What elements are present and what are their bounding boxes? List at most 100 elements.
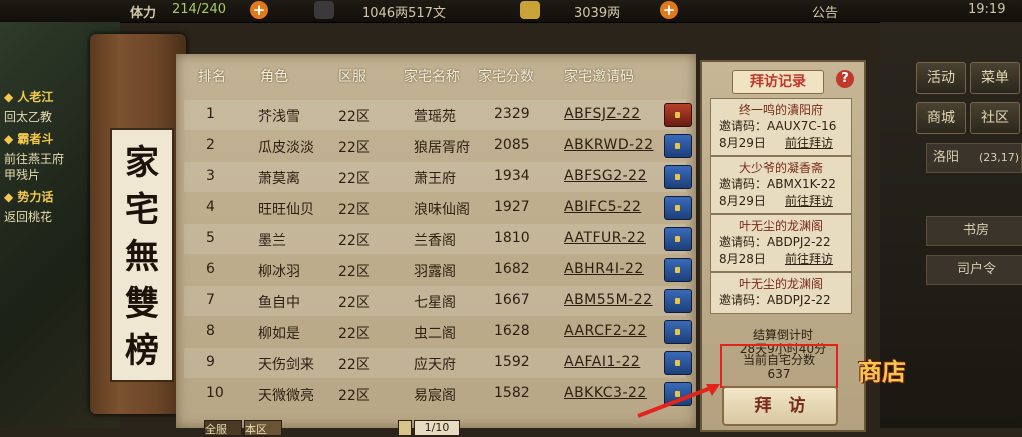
record-code: 邀请码：ABDPJ2-22 <box>719 293 831 307</box>
role-cell: 芥浅雪 <box>258 109 300 125</box>
treasure-chest-icon[interactable] <box>664 165 692 189</box>
invite-code-cell[interactable]: ABFSJZ-22 <box>564 106 641 122</box>
prev-page-button[interactable] <box>398 420 412 436</box>
quest-item[interactable]: 返回桃花 <box>4 208 52 225</box>
table-row[interactable]: 3 萧莫离 22区 萧王府 1934 ABFSG2-22 <box>184 162 692 192</box>
table-row[interactable]: 2 瓜皮淡淡 22区 狼居胥府 2085 ABKRWD-22 <box>184 131 692 161</box>
treasure-chest-icon[interactable] <box>664 289 692 313</box>
quest-item[interactable]: ◆ 人老江 <box>4 88 53 105</box>
role-cell: 天伤剑来 <box>258 357 314 373</box>
rank-cell: 3 <box>206 168 215 184</box>
treasure-chest-icon[interactable] <box>664 351 692 375</box>
house-name-cell: 七星阁 <box>414 295 456 311</box>
score-cell: 1810 <box>494 230 530 246</box>
table-row[interactable]: 10 天微微亮 22区 易宸阁 1582 ABKKC3-22 <box>184 379 692 409</box>
treasure-chest-icon[interactable] <box>664 320 692 344</box>
treasure-chest-icon[interactable] <box>664 103 692 127</box>
rank-cell: 5 <box>206 230 215 246</box>
add-gold-button[interactable]: + <box>660 1 678 19</box>
top-status-bar: 体力 214/240 + 1046两517文 3039两 + 公告 19:19 <box>0 0 1022 23</box>
help-icon[interactable]: ? <box>836 70 854 88</box>
quest-item[interactable]: ◆ 势力话 <box>4 188 53 205</box>
invite-code-cell[interactable]: AATFUR-22 <box>564 230 646 246</box>
header-house-name: 家宅名称 <box>404 69 460 85</box>
command-button[interactable]: 司户令 <box>926 255 1022 285</box>
invite-code-cell[interactable]: ABIFC5-22 <box>564 199 641 215</box>
role-cell: 瓜皮淡淡 <box>258 140 314 156</box>
role-cell: 萧莫离 <box>258 171 300 187</box>
table-row[interactable]: 1 芥浅雪 22区 萱瑶苑 2329 ABFSJZ-22 <box>184 100 692 130</box>
current-score-box: 当前自宅分数 637 <box>720 344 838 388</box>
rank-cell: 7 <box>206 292 215 308</box>
stamina-value: 214/240 <box>172 2 227 17</box>
treasure-chest-icon[interactable] <box>664 196 692 220</box>
server-cell: 22区 <box>338 202 370 218</box>
invite-code-cell[interactable]: ABHR4I-22 <box>564 261 644 277</box>
house-name-cell: 虫二阁 <box>414 326 456 342</box>
table-row[interactable]: 6 柳冰羽 22区 羽露阁 1682 ABHR4I-22 <box>184 255 692 285</box>
mall-button[interactable]: 商城 <box>916 102 966 134</box>
visit-records-panel: 拜访记录 ? 终一鸣的潰阳府 邀请码：AAUX7C-16 8月29日 前往拜访 … <box>700 60 866 432</box>
treasure-chest-icon[interactable] <box>664 258 692 282</box>
score-cell: 2329 <box>494 106 530 122</box>
role-cell: 墨兰 <box>258 233 286 249</box>
notice-button[interactable]: 公告 <box>812 2 838 21</box>
quest-item[interactable]: ◆ 霸者斗 <box>4 130 53 147</box>
table-row[interactable]: 5 墨兰 22区 兰香阁 1810 AATFUR-22 <box>184 224 692 254</box>
rank-cell: 2 <box>206 137 215 153</box>
quest-item[interactable]: 甲残片 <box>4 166 40 183</box>
table-row[interactable]: 4 旺旺仙贝 22区 浪味仙阁 1927 ABIFC5-22 <box>184 193 692 223</box>
tab-all-servers[interactable]: 全服 <box>204 420 242 436</box>
invite-code-cell[interactable]: AARCF2-22 <box>564 323 647 339</box>
record-date: 8月29日 <box>719 194 766 208</box>
community-button[interactable]: 社区 <box>970 102 1020 134</box>
add-stamina-button[interactable]: + <box>250 1 268 19</box>
activity-button[interactable]: 活动 <box>916 62 966 94</box>
server-cell: 22区 <box>338 357 370 373</box>
goto-visit-link[interactable]: 前往拜访 <box>785 250 833 267</box>
study-button[interactable]: 书房 <box>926 216 1022 246</box>
quest-item[interactable]: 前往燕王府 <box>4 150 64 167</box>
table-row[interactable]: 8 柳如是 22区 虫二阁 1628 AARCF2-22 <box>184 317 692 347</box>
visit-button[interactable]: 拜 访 <box>722 386 838 426</box>
visit-record: 叶无尘的龙渊阁 邀请码：ABDPJ2-22 8月28日 前往拜访 <box>710 214 852 272</box>
clock: 19:19 <box>968 2 1006 17</box>
invite-code-cell[interactable]: ABFSG2-22 <box>564 168 647 184</box>
tab-this-server[interactable]: 本区 <box>244 420 282 436</box>
house-name-cell: 萧王府 <box>414 171 456 187</box>
quest-item[interactable]: 回太乙教 <box>4 108 52 125</box>
role-cell: 旺旺仙贝 <box>258 202 314 218</box>
header-role: 角色 <box>260 69 288 85</box>
treasure-chest-icon[interactable] <box>664 134 692 158</box>
header-house-score: 家宅分数 <box>478 69 534 85</box>
goto-visit-link[interactable]: 前往拜访 <box>785 134 833 151</box>
record-house: 叶无尘的龙渊阁 <box>738 277 823 291</box>
record-date: 8月28日 <box>719 252 766 266</box>
header-server: 区服 <box>338 69 366 85</box>
invite-code-cell[interactable]: ABM55M-22 <box>564 292 653 308</box>
menu-button[interactable]: 菜单 <box>970 62 1020 94</box>
visit-record: 终一鸣的潰阳府 邀请码：AAUX7C-16 8月29日 前往拜访 <box>710 98 852 156</box>
score-cell: 1682 <box>494 261 530 277</box>
record-code: 邀请码：AAUX7C-16 <box>719 119 837 133</box>
score-cell: 1582 <box>494 385 530 401</box>
role-cell: 柳冰羽 <box>258 264 300 280</box>
invite-code-cell[interactable]: ABKKC3-22 <box>564 385 647 401</box>
server-cell: 22区 <box>338 233 370 249</box>
shop-label[interactable]: 商店 <box>858 352 906 387</box>
coin-purse-icon <box>314 1 334 19</box>
record-house: 终一鸣的潰阳府 <box>738 103 823 117</box>
table-row[interactable]: 9 天伤剑来 22区 应天府 1592 AAFAI1-22 <box>184 348 692 378</box>
house-name-cell: 应天府 <box>414 357 456 373</box>
server-cell: 22区 <box>338 326 370 342</box>
table-row[interactable]: 7 鱼自中 22区 七星阁 1667 ABM55M-22 <box>184 286 692 316</box>
treasure-chest-icon[interactable] <box>664 227 692 251</box>
record-house: 叶无尘的龙渊阁 <box>738 219 823 233</box>
money-value: 1046两517文 <box>362 6 446 21</box>
invite-code-cell[interactable]: AAFAI1-22 <box>564 354 640 370</box>
rank-cell: 9 <box>206 354 215 370</box>
stamina-label: 体力 <box>130 6 157 21</box>
invite-code-cell[interactable]: ABKRWD-22 <box>564 137 654 153</box>
goto-visit-link[interactable]: 前往拜访 <box>785 192 833 209</box>
record-date: 8月29日 <box>719 136 766 150</box>
